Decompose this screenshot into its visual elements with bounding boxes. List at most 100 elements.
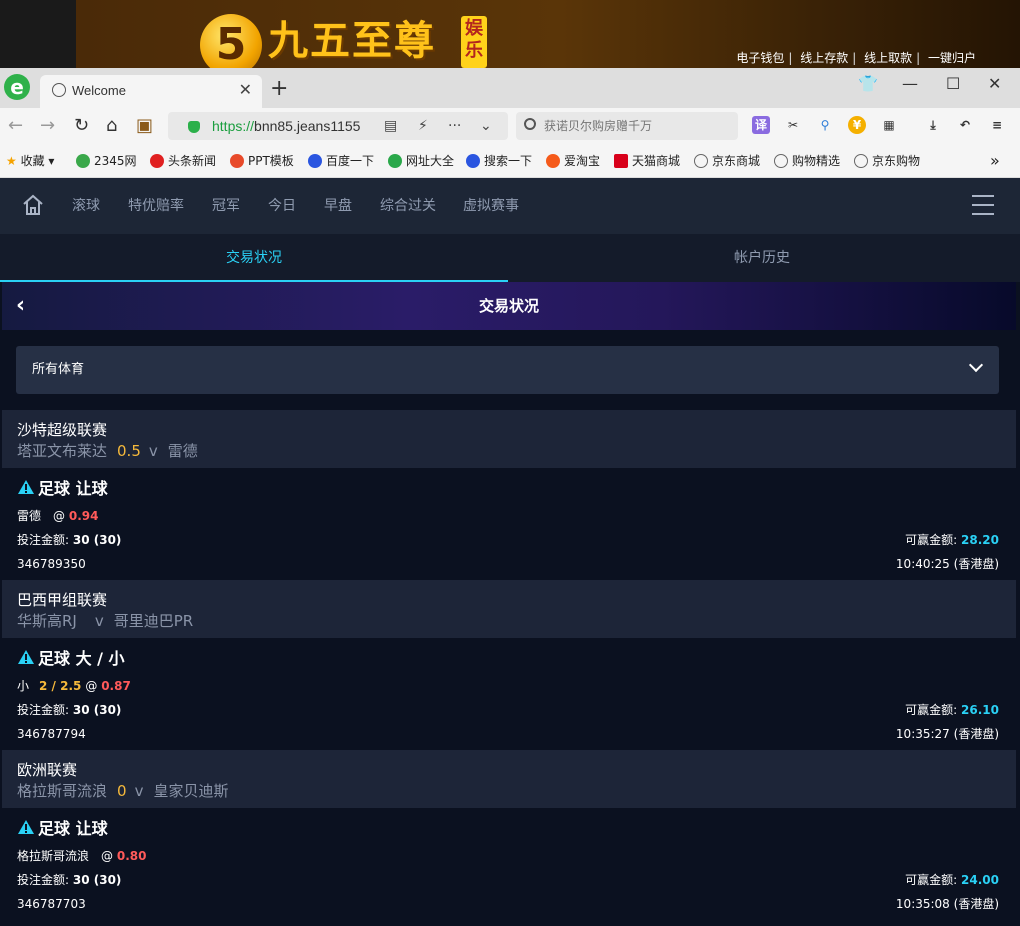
- url-text[interactable]: https://bnn85.jeans1155: [212, 118, 360, 134]
- bet-selection: 雷德 @ 0.94: [17, 509, 99, 523]
- league-bar: 沙特超级联赛 塔亚文布莱达 0.5 v 雷德: [2, 410, 1016, 468]
- undo-icon[interactable]: ↶: [956, 116, 974, 134]
- bookmark-tmall[interactable]: 天猫商城: [614, 153, 680, 169]
- bookmark-favorites[interactable]: ★ 收藏 ▾: [6, 153, 54, 169]
- bookmark-jd-shop[interactable]: 京东购物: [854, 153, 920, 169]
- sport-filter-select[interactable]: 所有体育: [16, 346, 999, 394]
- stake-amount: 投注金额: 30 (30): [17, 703, 122, 717]
- search-input[interactable]: [544, 117, 734, 135]
- bookmark-ppt[interactable]: PPT模板: [230, 153, 294, 169]
- bookmark-jd[interactable]: 京东商城: [694, 153, 760, 169]
- secure-shield-icon: [188, 121, 200, 133]
- match-teams: 塔亚文布莱达 0.5 v 雷德: [17, 442, 198, 460]
- banner-link-withdraw[interactable]: 线上取款: [860, 51, 916, 65]
- 2345-icon: [76, 154, 90, 168]
- brand-name: 九五至尊: [268, 17, 436, 64]
- match-teams: 华斯高RJ v 哥里迪巴PR: [17, 612, 194, 630]
- minimize-button[interactable]: —: [902, 72, 918, 96]
- bookmark-baidu[interactable]: 百度一下: [308, 153, 374, 169]
- bet-card: 欧洲联赛 格拉斯哥流浪 0 v 皇家贝迪斯 足球 让球 格拉斯哥流浪 @ 0.80 投注…: [2, 750, 1016, 920]
- bet-card: 巴西甲组联赛 华斯高RJ v 哥里迪巴PR 足球 大 / 小 小2 / 2.5 @ 0…: [2, 580, 1016, 750]
- tab-transactions[interactable]: 交易状况: [0, 234, 508, 282]
- banner-link-merge[interactable]: 一键归户: [924, 51, 980, 65]
- bookmarks-bar: ★ 收藏 ▾ 2345网 头条新闻 PPT模板 百度一下 网址大全 搜索一下 爱…: [0, 144, 1020, 178]
- match-teams: 格拉斯哥流浪 0 v 皇家贝迪斯: [17, 782, 229, 800]
- banner-link-wallet[interactable]: 电子钱包: [732, 51, 788, 65]
- chevron-down-icon: [968, 357, 984, 373]
- lightning-icon[interactable]: ⚡: [418, 117, 428, 135]
- reader-mode-icon[interactable]: ▤: [384, 117, 397, 135]
- bookmark-shopping[interactable]: 购物精选: [774, 153, 840, 169]
- league-name: 沙特超级联赛: [17, 421, 108, 439]
- nav-live[interactable]: 滚球: [72, 197, 100, 215]
- briefcase-icon[interactable]: ▣: [136, 116, 153, 136]
- globe-icon: [52, 83, 66, 97]
- bookmark-toutiao[interactable]: 头条新闻: [150, 153, 216, 169]
- win-amount: 可赢金额: 28.20: [905, 533, 999, 547]
- menu-lines-icon[interactable]: ≡: [988, 116, 1006, 134]
- download-icon[interactable]: ⤓: [924, 116, 942, 134]
- home-icon[interactable]: [22, 194, 44, 216]
- nav-early[interactable]: 早盘: [324, 197, 352, 215]
- shirt-icon[interactable]: 👕: [858, 72, 878, 96]
- browser-titlebar: e Welcome ✕ + 👕 — ☐ ✕: [0, 68, 1020, 108]
- reload-icon[interactable]: ↻: [74, 116, 89, 136]
- brand-logo-icon: 5: [200, 14, 262, 68]
- banner-link-deposit[interactable]: 线上存款: [796, 51, 852, 65]
- bet-type: 足球 大 / 小: [17, 648, 125, 670]
- warning-icon: [18, 820, 34, 834]
- bet-id: 346787703: [17, 897, 86, 911]
- page-header: 交易状况 ‹: [2, 282, 1016, 330]
- home-page-icon[interactable]: ⌂: [106, 116, 117, 136]
- close-window-button[interactable]: ✕: [988, 72, 1001, 96]
- coin-icon[interactable]: ¥: [848, 116, 866, 134]
- apps-grid-icon[interactable]: ▦: [880, 116, 898, 134]
- bet-time: 10:40:25 (香港盘): [895, 557, 999, 571]
- back-arrow-icon[interactable]: ←: [8, 116, 23, 136]
- bookmark-search[interactable]: 搜索一下: [466, 153, 532, 169]
- close-tab-icon[interactable]: ✕: [239, 80, 252, 100]
- top-banner: 5 九五至尊 娱乐 电子钱包 | 线上存款 | 线上取款 | 一键归户: [0, 0, 1020, 68]
- chevron-down-icon[interactable]: ⌄: [480, 117, 492, 135]
- nav-parlay[interactable]: 综合过关: [380, 197, 436, 215]
- taobao-icon: [546, 154, 560, 168]
- bet-selection: 小2 / 2.5 @ 0.87: [17, 679, 131, 693]
- nav-today[interactable]: 今日: [268, 197, 296, 215]
- browser-tab[interactable]: Welcome ✕: [40, 75, 262, 108]
- bookmark-2345[interactable]: 2345网: [76, 153, 137, 169]
- new-tab-button[interactable]: +: [270, 78, 288, 100]
- search-icon: [524, 118, 536, 130]
- bet-type: 足球 让球: [17, 818, 108, 840]
- page-title: 交易状况: [478, 297, 539, 315]
- magnifier-icon[interactable]: ⚲: [816, 116, 834, 134]
- baidu-paw-icon: [308, 154, 322, 168]
- bookmark-hao[interactable]: 网址大全: [388, 153, 454, 169]
- hamburger-menu-icon[interactable]: [972, 195, 994, 215]
- bet-selection: 格拉斯哥流浪 @ 0.80: [17, 849, 147, 863]
- bet-id: 346789350: [17, 557, 86, 571]
- nav-virtual[interactable]: 虚拟赛事: [463, 197, 519, 215]
- nav-best-odds[interactable]: 特优赔率: [128, 197, 184, 215]
- ppt-icon: [230, 154, 244, 168]
- scissors-icon[interactable]: ✂: [784, 116, 802, 134]
- bet-time: 10:35:08 (香港盘): [895, 897, 999, 911]
- tab-account-history[interactable]: 帐户历史: [508, 234, 1016, 282]
- browser-logo-icon: e: [4, 74, 30, 100]
- browser-toolbar: ← → ↻ ⌂ ▣ https://bnn85.jeans1155 ▤ ⚡ ··…: [0, 108, 1020, 144]
- tab-title: Welcome: [72, 83, 126, 98]
- back-chevron-icon[interactable]: ‹: [16, 294, 25, 318]
- win-amount: 可赢金额: 26.10: [905, 703, 999, 717]
- brand-tag: 娱乐: [461, 16, 487, 68]
- forward-arrow-icon[interactable]: →: [40, 116, 55, 136]
- win-amount: 可赢金额: 24.00: [905, 873, 999, 887]
- search-box[interactable]: [516, 112, 738, 140]
- translate-icon[interactable]: 译: [752, 116, 770, 134]
- maximize-button[interactable]: ☐: [946, 72, 960, 96]
- more-dots-icon[interactable]: ···: [448, 117, 461, 135]
- nav-outright[interactable]: 冠军: [212, 197, 240, 215]
- more-bookmarks-icon[interactable]: »: [990, 153, 1000, 169]
- tmall-icon: [614, 154, 628, 168]
- globe-icon: [694, 154, 708, 168]
- bet-card: 沙特超级联赛 塔亚文布莱达 0.5 v 雷德 足球 让球 雷德 @ 0.94 投注金额:…: [2, 410, 1016, 580]
- bookmark-taobao[interactable]: 爱淘宝: [546, 153, 600, 169]
